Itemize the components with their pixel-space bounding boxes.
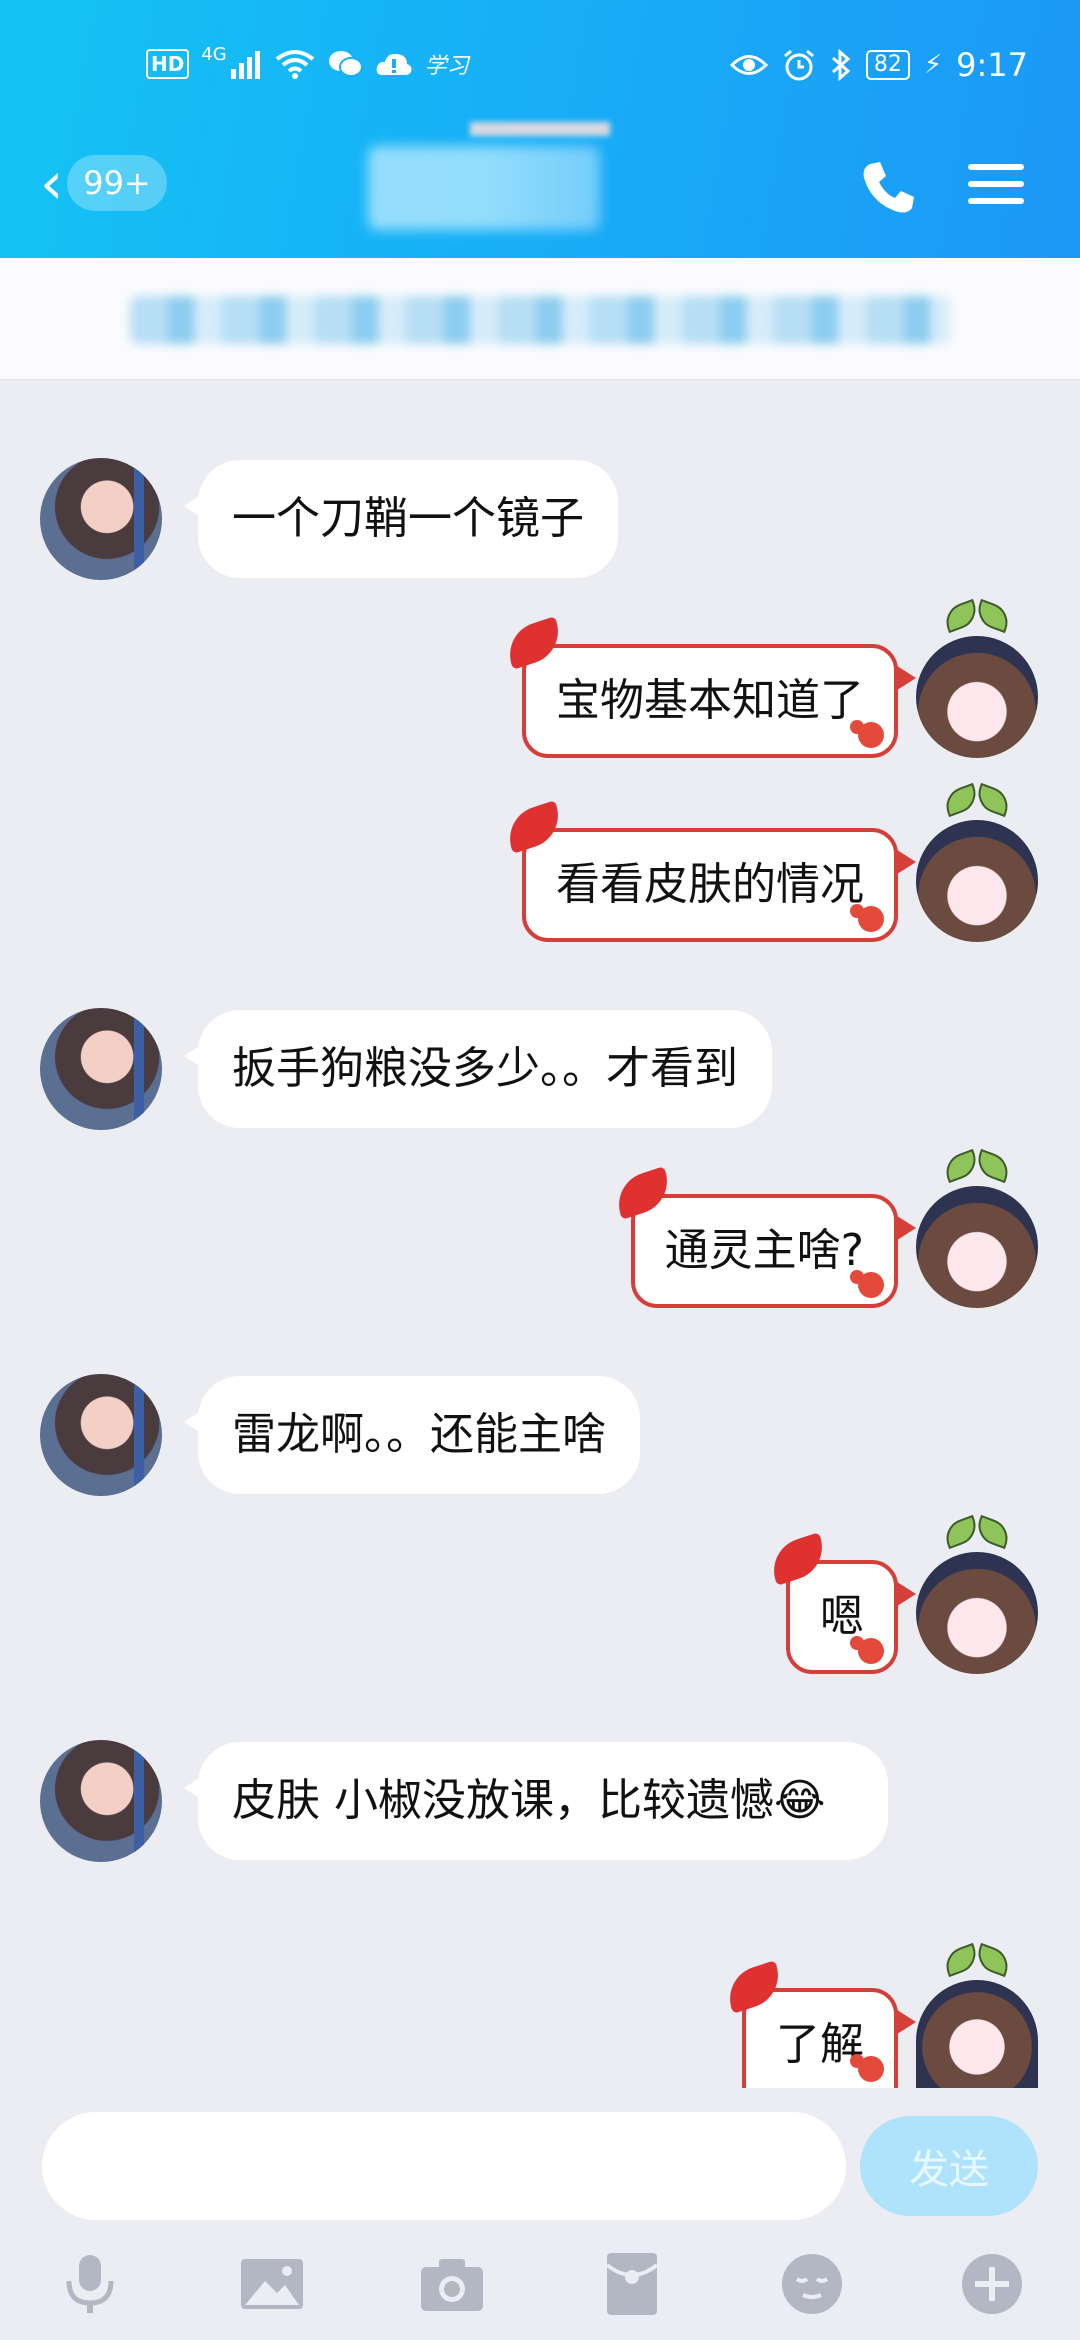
bubble-tail	[894, 1214, 916, 1242]
message-bubble-incoming[interactable]: 皮肤 小椒没放课，比较遗憾😂	[184, 1742, 888, 1860]
menu-line-icon	[968, 181, 1024, 187]
battery-indicator: 82	[865, 50, 910, 80]
status-bar: HD 4G 学习 82 ⚡ 9:17	[0, 40, 1080, 92]
message-bubble-outgoing[interactable]: 通灵主啥?	[630, 1194, 916, 1308]
more-button[interactable]	[956, 2248, 1028, 2320]
status-right: 82 ⚡ 9:17	[729, 46, 1028, 84]
message-bubble-outgoing[interactable]: 宝物基本知道了	[522, 644, 916, 758]
input-toolbar	[0, 2248, 1080, 2328]
emoji-icon	[782, 2254, 842, 2314]
phone-icon	[863, 162, 914, 213]
my-avatar[interactable]	[916, 1186, 1038, 1308]
message-text: 嗯	[820, 1591, 864, 1642]
message-text: 看看皮肤的情况	[556, 859, 864, 910]
bubble-tail	[894, 2008, 916, 2036]
plus-icon	[962, 2254, 1022, 2314]
input-area: 发送	[0, 2088, 1080, 2340]
clock: 9:17	[956, 46, 1028, 84]
my-avatar[interactable]	[916, 1552, 1038, 1674]
image-button[interactable]	[236, 2248, 308, 2320]
message-text: 了解	[776, 2019, 864, 2070]
sender-avatar[interactable]	[40, 458, 162, 580]
my-avatar[interactable]	[916, 1980, 1038, 2088]
bubble-tail	[894, 848, 916, 876]
message-bubble-incoming[interactable]: 雷龙啊。。还能主啥	[184, 1376, 640, 1494]
message-text: 通灵主啥?	[664, 1225, 864, 1276]
message-bubble-outgoing[interactable]: 了解	[742, 1988, 916, 2088]
title-bar: ‹ 99+	[0, 130, 1080, 240]
voice-button[interactable]	[54, 2248, 126, 2320]
notice-text-redacted	[130, 296, 950, 344]
group-notice-bar[interactable]	[0, 258, 1080, 380]
send-button[interactable]: 发送	[860, 2116, 1038, 2216]
call-button[interactable]	[858, 158, 918, 218]
charging-icon: ⚡	[923, 50, 943, 80]
red-packet-icon	[605, 2253, 659, 2315]
wifi-icon	[275, 50, 314, 79]
eye-icon	[729, 55, 768, 75]
my-avatar[interactable]	[916, 636, 1038, 758]
bubble-tail	[894, 664, 916, 692]
menu-button[interactable]	[968, 158, 1024, 214]
message-bubble-outgoing[interactable]: 看看皮肤的情况	[522, 828, 916, 942]
chevron-left-icon: ‹	[40, 149, 64, 217]
menu-line-icon	[968, 164, 1024, 170]
camera-icon	[421, 2259, 483, 2311]
menu-line-icon	[968, 198, 1024, 204]
camera-button[interactable]	[416, 2248, 488, 2320]
message-input[interactable]	[42, 2112, 846, 2220]
sender-avatar[interactable]	[40, 1008, 162, 1130]
wechat-icon	[328, 51, 363, 77]
message-bubble-incoming[interactable]: 一个刀鞘一个镜子	[184, 460, 618, 578]
bubble-tail	[894, 1580, 916, 1608]
emoji-button[interactable]	[776, 2248, 848, 2320]
red-packet-button[interactable]	[596, 2248, 668, 2320]
alarm-icon	[783, 49, 814, 81]
microphone-icon	[66, 2255, 114, 2313]
my-avatar[interactable]	[916, 820, 1038, 942]
unread-count-badge: 99+	[67, 155, 167, 211]
message-text: 宝物基本知道了	[556, 675, 864, 726]
cloud-alert-icon	[376, 53, 412, 75]
chat-title-redacted[interactable]	[368, 146, 600, 230]
bluetooth-icon	[831, 49, 851, 81]
network-type: 4G	[201, 43, 227, 65]
signal-icon	[230, 51, 260, 79]
notice-divider	[470, 122, 610, 136]
sender-avatar[interactable]	[40, 1374, 162, 1496]
message-bubble-outgoing[interactable]: 嗯	[786, 1560, 916, 1674]
carrier-text: 学习	[424, 54, 469, 79]
back-button[interactable]: ‹ 99+	[40, 150, 200, 216]
status-left: HD 4G 学习	[146, 44, 469, 80]
image-icon	[241, 2259, 303, 2309]
sender-avatar[interactable]	[40, 1740, 162, 1862]
message-bubble-incoming[interactable]: 扳手狗粮没多少。。才看到	[184, 1010, 772, 1128]
hd-badge: HD	[146, 49, 190, 79]
